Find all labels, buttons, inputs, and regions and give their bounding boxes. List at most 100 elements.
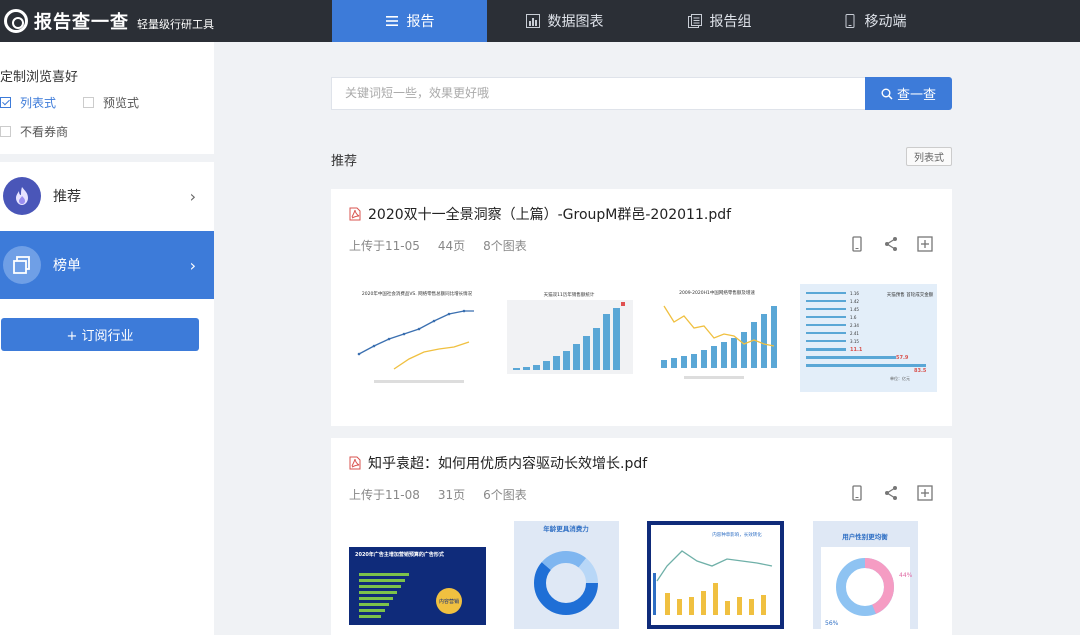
thumb-unit: 单位：亿元 (890, 375, 910, 381)
tab-mobile[interactable]: 移动端 (797, 0, 952, 42)
flame-icon (3, 177, 41, 215)
chart-thumbnails: 2020年中国社会消费品VS. 网络零售总额同比增长情况 天猫双11历年销售额统… (349, 284, 939, 394)
report-actions (848, 235, 934, 253)
checkbox-empty-icon (0, 126, 11, 137)
thumb-title: 年龄更具消费力 (543, 524, 589, 533)
pdf-icon (349, 456, 361, 470)
preview-view-label: 预览式 (103, 96, 140, 110)
app-name: 报告查一查 (34, 12, 129, 33)
chart-thumbnail[interactable]: 用户性别更均衡 44% 56% (813, 521, 950, 629)
sidebar-item-recommend[interactable]: 推荐 › (0, 162, 214, 230)
tab-data-charts[interactable]: 数据图表 (487, 0, 642, 42)
thumb-value: 11.1 (850, 347, 863, 353)
tab-report-groups[interactable]: 报告组 (642, 0, 797, 42)
checkbox-empty-icon (83, 97, 94, 108)
list-view-label: 列表式 (20, 96, 57, 110)
sidebar-item-rankings[interactable]: 榜单 › (0, 231, 214, 299)
upload-date: 上传于11-05 (349, 239, 420, 253)
checkbox-checked-icon (0, 97, 11, 108)
report-card[interactable]: 知乎袁超：如何用优质内容驱动长效增长.pdf 上传于11-08 31页 6个图表… (331, 438, 952, 635)
preview-view-checkbox[interactable]: 预览式 (83, 94, 139, 111)
logo-mark-icon (4, 9, 28, 33)
chart-thumbnail[interactable]: 2020年中国社会消费品VS. 网络零售总额同比增长情况 (349, 284, 486, 392)
preference-title: 定制浏览喜好 (0, 70, 79, 85)
sidebar: 定制浏览喜好 列表式 预览式 不看券商 推荐 › 榜单 › + 订阅行业 (0, 42, 214, 635)
pdf-icon (349, 207, 361, 221)
report-meta: 上传于11-08 31页 6个图表 (349, 486, 527, 503)
sidebar-item-rankings-label: 榜单 (53, 258, 81, 274)
tab-report-groups-label: 报告组 (709, 14, 752, 30)
section-title: 推荐 (331, 154, 358, 169)
add-to-group-icon[interactable] (916, 484, 934, 502)
share-icon[interactable] (882, 484, 900, 502)
report-actions (848, 484, 934, 502)
thumb-badge: 内容营销 (439, 598, 459, 605)
page-count: 31页 (437, 488, 466, 502)
top-bar: 报告查一查 轻量级行研工具 报告 数据图表 报告组 移动端 (0, 0, 1080, 42)
exclude-brokers-label: 不看券商 (20, 125, 69, 139)
add-to-group-icon[interactable] (916, 235, 934, 253)
page-count: 44页 (437, 239, 466, 253)
app-logo[interactable]: 报告查一查 轻量级行研工具 (4, 6, 214, 36)
subscribe-industry-button[interactable]: + 订阅行业 (1, 318, 199, 351)
report-title[interactable]: 2020双十一全景洞察（上篇）-GroupM群邑-202011.pdf (349, 204, 731, 224)
phone-icon (845, 14, 854, 28)
chevron-right-icon: › (189, 186, 196, 206)
view-mode-toggle[interactable]: 列表式 (906, 147, 952, 166)
list-view-checkbox[interactable]: 列表式 (0, 94, 56, 111)
exclude-brokers-checkbox[interactable]: 不看券商 (0, 123, 68, 140)
thumb-value: 56% (825, 620, 839, 627)
thumb-value: 83.5 (914, 368, 927, 374)
report-title[interactable]: 知乎袁超：如何用优质内容驱动长效增长.pdf (349, 453, 647, 473)
search-button[interactable]: 查一查 (865, 77, 952, 110)
thumb-title: 2020年广告主增加营销预算的广告形式 (355, 551, 444, 558)
chart-thumbnail[interactable]: 2009-2020H1中国网络零售额及增速 (649, 284, 786, 392)
chart-thumbnail[interactable]: 天猫预售 首轮成交金额 1.16 1.42 1.45 1.6 2.34 2.41… (800, 284, 937, 392)
thumb-value: 1.6 (850, 315, 857, 320)
sidebar-divider (0, 154, 214, 162)
chart-thumbnails: 2020年广告主增加营销预算的广告形式 内容营销 年龄更具消费力 内容种草影响，… (349, 521, 939, 631)
tab-reports[interactable]: 报告 (332, 0, 487, 42)
app-tagline: 轻量级行研工具 (137, 18, 214, 31)
search-button-label: 查一查 (896, 88, 936, 103)
chart-count: 6个图表 (483, 488, 527, 502)
report-title-text: 知乎袁超：如何用优质内容驱动长效增长.pdf (368, 456, 648, 472)
thumb-value: 3.15 (850, 339, 859, 344)
thumb-value: 1.42 (850, 299, 859, 304)
layers-icon (3, 246, 41, 284)
thumb-title: 2009-2020H1中国网络零售额及增速 (679, 289, 755, 296)
thumb-value: 2.34 (850, 323, 859, 328)
report-title-text: 2020双十一全景洞察（上篇）-GroupM群邑-202011.pdf (368, 207, 732, 223)
thumb-title: 用户性别更均衡 (841, 532, 888, 541)
list-icon (385, 16, 398, 26)
thumb-value: 57.9 (896, 355, 909, 361)
thumb-value: 2.41 (850, 331, 859, 336)
mobile-icon[interactable] (848, 484, 866, 502)
thumb-title: 天猫预售 首轮成交金额 (887, 291, 934, 298)
tab-reports-label: 报告 (406, 14, 435, 30)
chart-thumbnail[interactable]: 2020年广告主增加营销预算的广告形式 内容营销 (349, 521, 486, 629)
mobile-icon[interactable] (848, 235, 866, 253)
thumb-value: 1.45 (850, 307, 859, 312)
chart-thumbnail[interactable]: 内容种草影响，长效转化 (647, 521, 784, 629)
thumb-value: 1.16 (850, 291, 859, 296)
thumb-title: 内容种草影响，长效转化 (712, 531, 762, 538)
thumb-title: 天猫双11历年销售额统计 (544, 291, 595, 298)
folder-icon (687, 14, 702, 28)
chart-thumbnail[interactable]: 年龄更具消费力 (514, 521, 651, 629)
chevron-right-icon: › (189, 255, 196, 275)
search-icon (881, 88, 893, 99)
share-icon[interactable] (882, 235, 900, 253)
tab-data-charts-label: 数据图表 (547, 14, 604, 30)
chart-count: 8个图表 (483, 239, 527, 253)
report-card[interactable]: 2020双十一全景洞察（上篇）-GroupM群邑-202011.pdf 上传于1… (331, 189, 952, 426)
search-input[interactable]: 关键词短一些，效果更好哦 (331, 77, 865, 110)
chart-thumbnail[interactable]: 天猫双11历年销售额统计 (501, 284, 638, 392)
thumb-value: 44% (899, 572, 913, 579)
upload-date: 上传于11-08 (349, 488, 420, 502)
thumb-title: 2020年中国社会消费品VS. 网络零售总额同比增长情况 (362, 290, 473, 297)
main-nav: 报告 数据图表 报告组 移动端 (332, 0, 952, 42)
tab-mobile-label: 移动端 (864, 14, 907, 30)
chart-icon (525, 14, 540, 28)
sidebar-item-recommend-label: 推荐 (53, 189, 81, 205)
